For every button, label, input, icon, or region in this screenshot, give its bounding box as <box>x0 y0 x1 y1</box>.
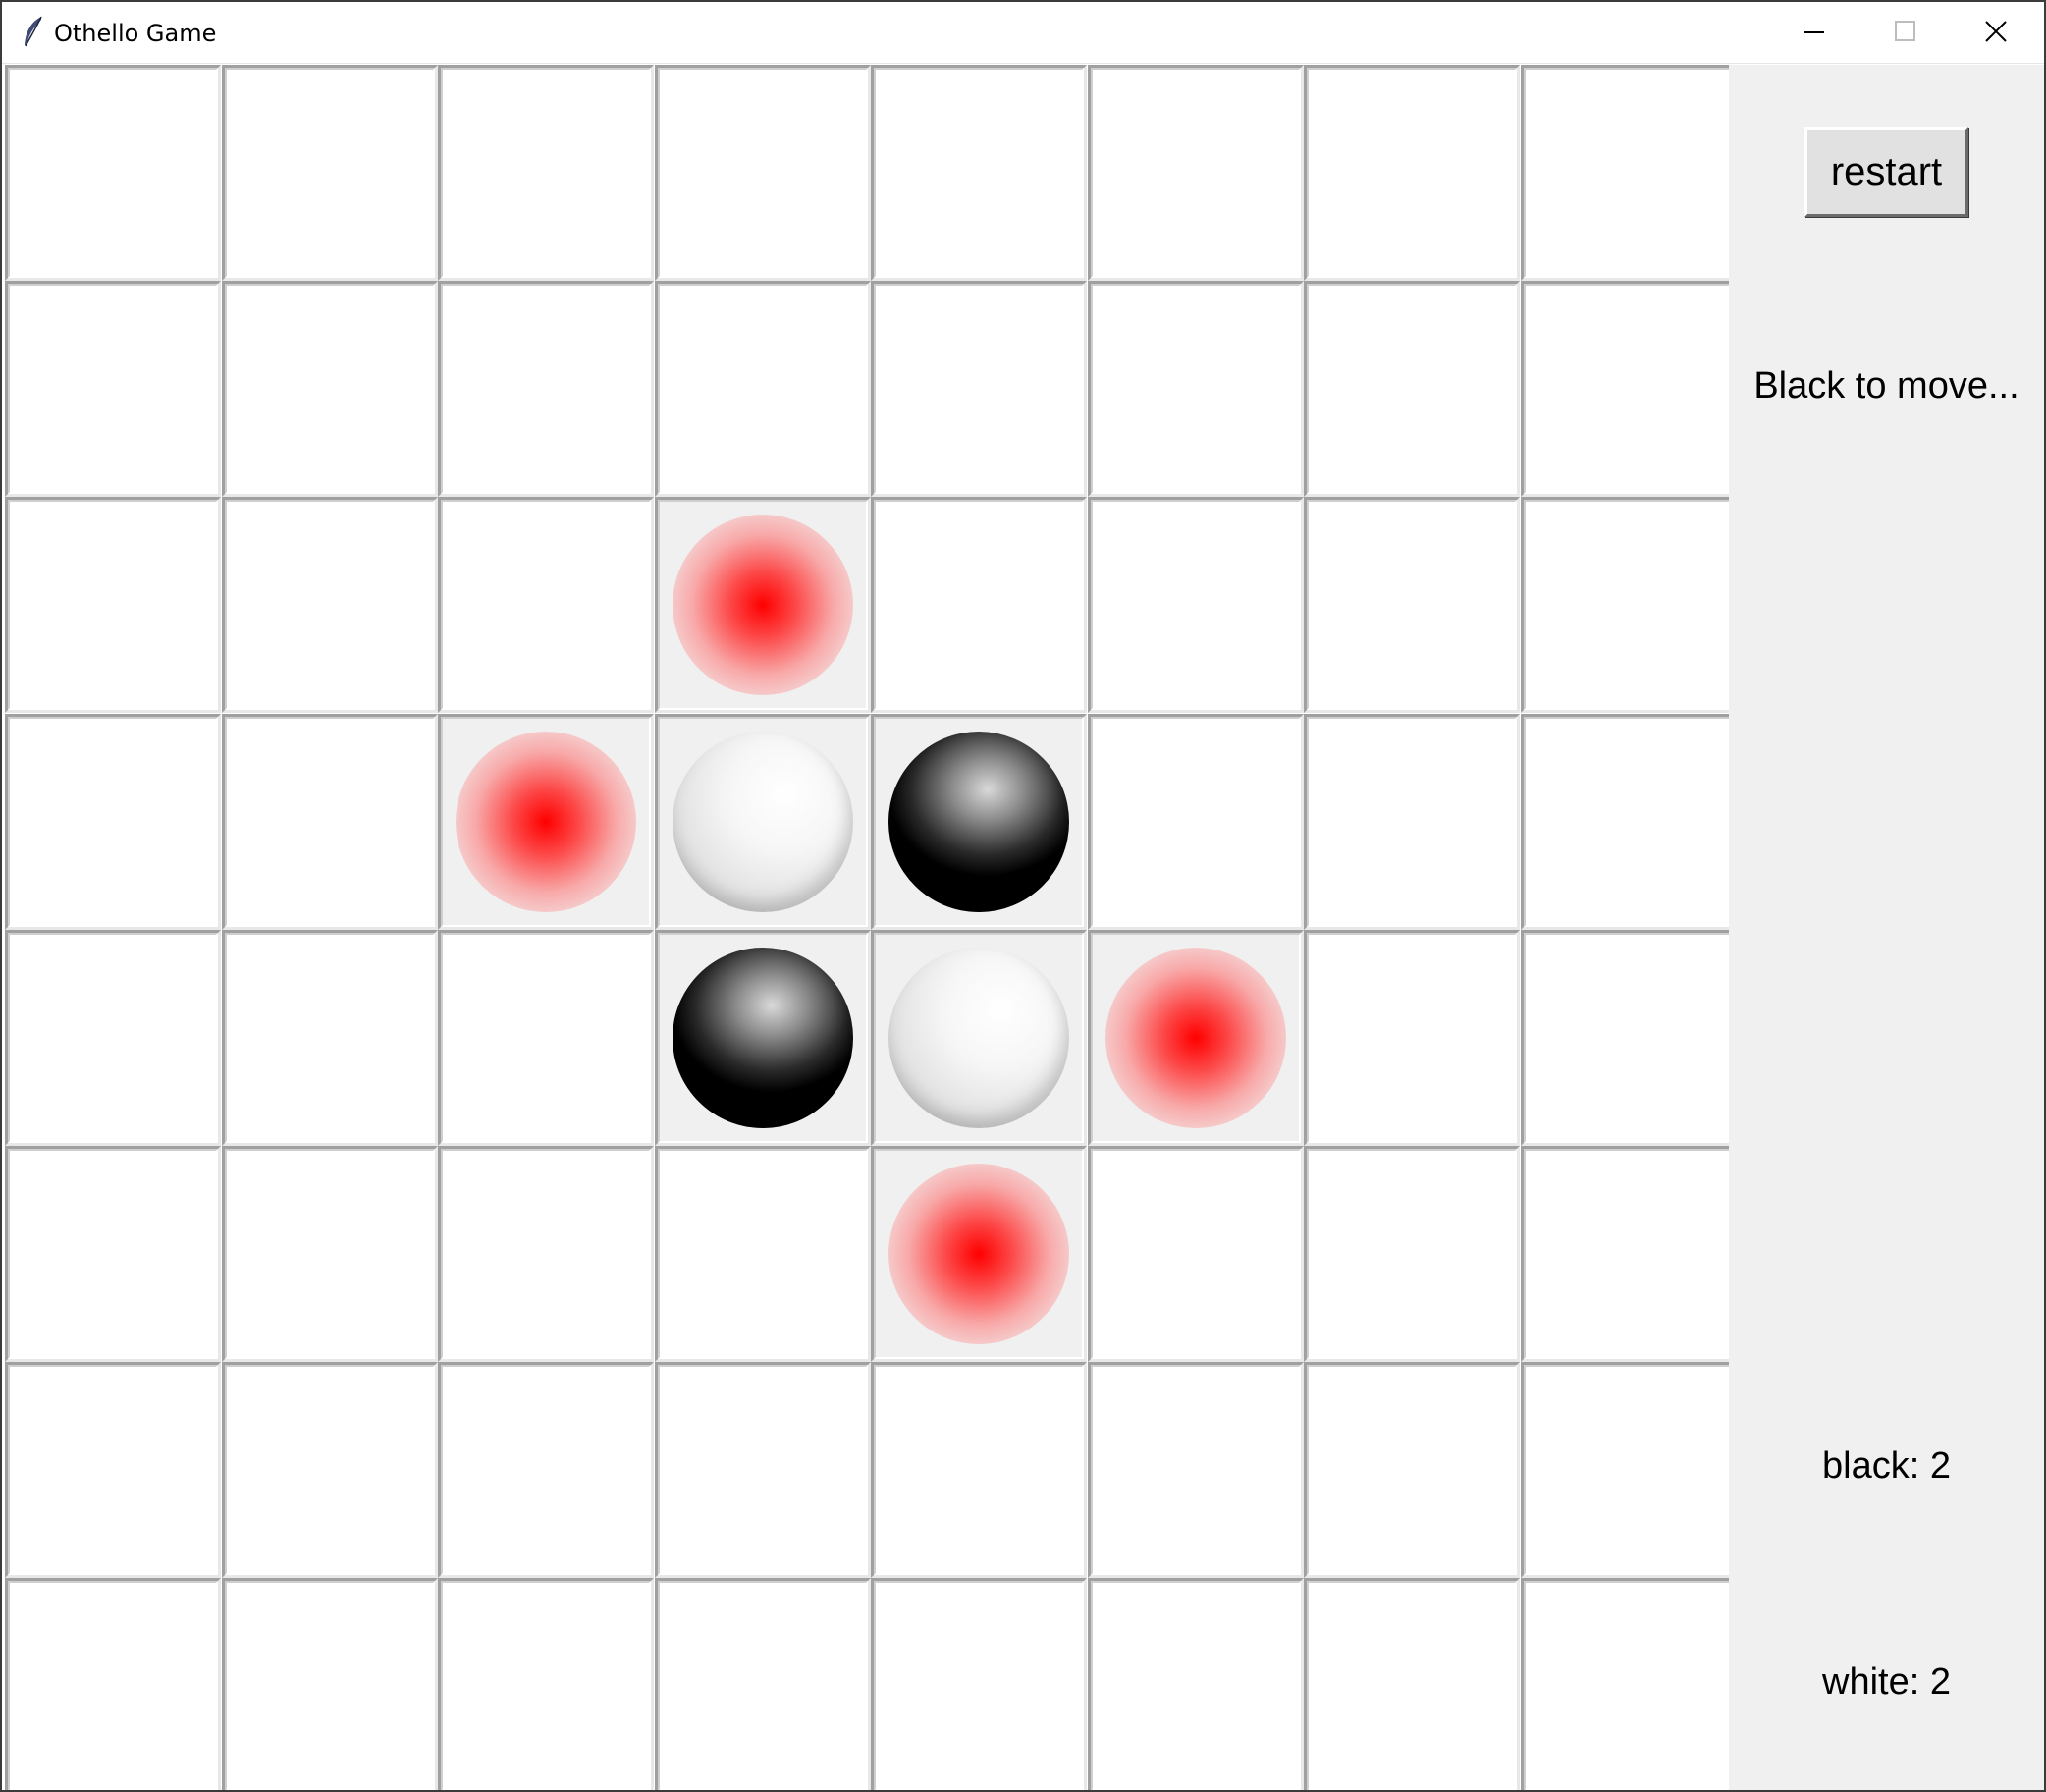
board-cell[interactable] <box>5 65 221 281</box>
board-cell[interactable] <box>1521 1578 1737 1790</box>
board-cell[interactable] <box>1304 1146 1520 1362</box>
board-cell[interactable] <box>1521 930 1737 1146</box>
board-cell[interactable] <box>1088 1362 1304 1578</box>
board-cell[interactable] <box>871 1578 1087 1790</box>
board-cell[interactable] <box>655 497 871 713</box>
board-cell[interactable] <box>222 1578 438 1790</box>
game-board <box>5 65 1737 1790</box>
board-cell[interactable] <box>1521 281 1737 497</box>
board-cell[interactable] <box>1521 714 1737 930</box>
board-cell[interactable] <box>222 714 438 930</box>
board-cell[interactable] <box>438 65 654 281</box>
board-cell[interactable] <box>655 1578 871 1790</box>
maximize-button[interactable] <box>1861 2 1952 64</box>
valid-move-marker[interactable] <box>888 1164 1069 1344</box>
board-cell[interactable] <box>5 930 221 1146</box>
board-cell[interactable] <box>222 497 438 713</box>
white-disc <box>673 732 853 912</box>
board-cell[interactable] <box>5 1578 221 1790</box>
restart-button[interactable]: restart <box>1804 127 1968 217</box>
board-cell[interactable] <box>655 281 871 497</box>
white-disc <box>888 948 1069 1128</box>
turn-status: Black to move... <box>1753 365 2019 407</box>
board-cell[interactable] <box>655 1362 871 1578</box>
board-cell[interactable] <box>871 1146 1087 1362</box>
board-cell[interactable] <box>1088 1578 1304 1790</box>
board-cell[interactable] <box>222 930 438 1146</box>
board-cell[interactable] <box>1304 714 1520 930</box>
black-disc <box>888 732 1069 912</box>
board-cell[interactable] <box>871 930 1087 1146</box>
board-cell[interactable] <box>1088 714 1304 930</box>
board-cell[interactable] <box>438 1578 654 1790</box>
valid-move-marker[interactable] <box>673 515 853 695</box>
board-cell[interactable] <box>438 714 654 930</box>
close-button[interactable] <box>1952 2 2042 64</box>
minimize-button[interactable] <box>1771 2 1861 64</box>
board-cell[interactable] <box>655 65 871 281</box>
board-cell[interactable] <box>871 497 1087 713</box>
app-window: Othello Game restart Black to move... bl… <box>0 0 2046 1792</box>
board-cell[interactable] <box>438 930 654 1146</box>
board-cell[interactable] <box>438 1362 654 1578</box>
board-cell[interactable] <box>222 65 438 281</box>
minimize-icon <box>1804 31 1824 33</box>
board-cell[interactable] <box>655 930 871 1146</box>
board-cell[interactable] <box>871 714 1087 930</box>
board-cell[interactable] <box>1304 930 1520 1146</box>
board-cell[interactable] <box>1521 497 1737 713</box>
board-cell[interactable] <box>1088 497 1304 713</box>
close-icon <box>1985 21 2007 42</box>
board-cell[interactable] <box>1521 65 1737 281</box>
board-cell[interactable] <box>5 1146 221 1362</box>
board-cell[interactable] <box>1304 1578 1520 1790</box>
board-cell[interactable] <box>1088 281 1304 497</box>
black-score: black: 2 <box>1822 1445 1951 1487</box>
title-bar[interactable]: Othello Game <box>2 2 2044 64</box>
board-cell[interactable] <box>1521 1362 1737 1578</box>
board-cell[interactable] <box>655 714 871 930</box>
board-cell[interactable] <box>5 281 221 497</box>
maximize-icon <box>1895 21 1915 41</box>
board-cell[interactable] <box>222 281 438 497</box>
feather-icon <box>25 16 42 47</box>
board-cell[interactable] <box>1521 1146 1737 1362</box>
white-score: white: 2 <box>1822 1661 1951 1703</box>
board-cell[interactable] <box>1088 930 1304 1146</box>
board-cell[interactable] <box>5 497 221 713</box>
board-cell[interactable] <box>1304 1362 1520 1578</box>
board-cell[interactable] <box>1304 281 1520 497</box>
valid-move-marker[interactable] <box>1105 948 1286 1128</box>
black-disc <box>673 948 853 1128</box>
board-cell[interactable] <box>1088 1146 1304 1362</box>
board-cell[interactable] <box>5 714 221 930</box>
board-cell[interactable] <box>222 1362 438 1578</box>
window-title: Othello Game <box>54 20 217 47</box>
side-panel: restart Black to move... black: 2 white:… <box>1729 65 2044 1790</box>
board-cell[interactable] <box>1304 497 1520 713</box>
board-cell[interactable] <box>5 1362 221 1578</box>
board-cell[interactable] <box>1088 65 1304 281</box>
board-cell[interactable] <box>655 1146 871 1362</box>
board-cell[interactable] <box>871 1362 1087 1578</box>
board-cell[interactable] <box>438 1146 654 1362</box>
board-cell[interactable] <box>1304 65 1520 281</box>
board-cell[interactable] <box>222 1146 438 1362</box>
board-cell[interactable] <box>438 497 654 713</box>
board-cell[interactable] <box>871 281 1087 497</box>
board-cell[interactable] <box>871 65 1087 281</box>
board-cell[interactable] <box>438 281 654 497</box>
valid-move-marker[interactable] <box>456 732 636 912</box>
